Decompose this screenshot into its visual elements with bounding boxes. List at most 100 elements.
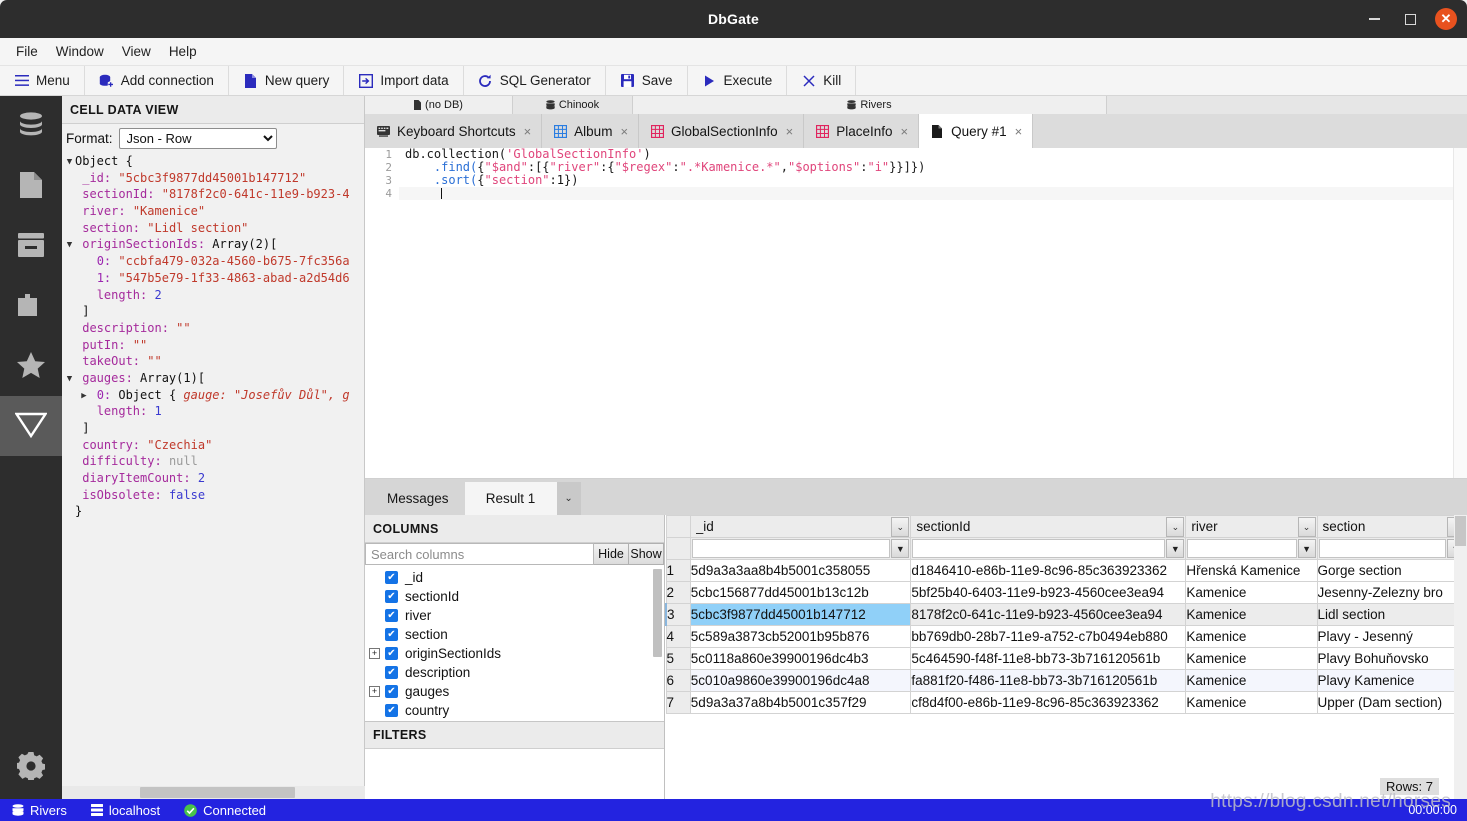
grid-cell[interactable]: bb769db0-28b7-11e9-a752-c7b0494eb880 (911, 626, 1186, 648)
tab-messages[interactable]: Messages (371, 482, 465, 515)
result-grid[interactable]: _id⌄sectionId⌄river⌄section⌄▼▼▼▼15d9a3a3… (665, 515, 1467, 817)
hide-columns-button[interactable]: Hide (594, 543, 629, 565)
grid-cell[interactable]: Gorge section (1317, 560, 1466, 582)
rail-item-files[interactable] (0, 156, 62, 216)
grid-filter-input[interactable] (1319, 539, 1446, 558)
show-columns-button[interactable]: Show (629, 543, 664, 565)
tab-globalsectioninfo[interactable]: GlobalSectionInfo × (639, 114, 804, 148)
query-editor[interactable]: 1234 db.collection('GlobalSectionInfo') … (365, 148, 1467, 479)
grid-cell[interactable]: Plavy - Jesenný (1317, 626, 1466, 648)
column-menu-chevron-down-icon[interactable]: ⌄ (891, 517, 909, 537)
expand-plus-icon[interactable]: + (369, 648, 380, 659)
row-number[interactable]: 2 (666, 582, 690, 604)
column-menu-chevron-down-icon[interactable]: ⌄ (1166, 517, 1184, 537)
column-list-item[interactable]: ✔sectionId (365, 587, 664, 606)
menu-button[interactable]: Menu (0, 66, 85, 95)
search-columns-input[interactable] (365, 543, 594, 565)
grid-column-header[interactable]: section⌄ (1317, 516, 1466, 538)
grid-column-header[interactable]: river⌄ (1186, 516, 1317, 538)
editor-code-line[interactable] (399, 187, 1467, 200)
grid-cell[interactable]: 5bf25b40-6403-11e9-b923-4560cee3ea94 (911, 582, 1186, 604)
grid-cell[interactable]: Kamenice (1186, 626, 1317, 648)
grid-cell[interactable]: 5c0118a860e39900196dc4b3 (690, 648, 911, 670)
column-visibility-checkbox[interactable]: ✔ (385, 666, 398, 679)
format-select[interactable]: Json - RowJson - TextTextHex (119, 128, 277, 149)
column-list-item[interactable]: ✔section (365, 625, 664, 644)
table-row[interactable]: 65c010a9860e39900196dc4a8fa881f20-f486-1… (666, 670, 1467, 692)
result-tabs-chevron-down-icon[interactable]: ⌄ (557, 482, 581, 515)
db-tab-chinook[interactable]: Chinook (513, 96, 633, 114)
tab-close-icon[interactable]: × (619, 124, 629, 139)
grid-cell[interactable]: 5c010a9860e39900196dc4a8 (690, 670, 911, 692)
grid-cell[interactable]: 5c589a3873cb52001b95b876 (690, 626, 911, 648)
tab-query-1[interactable]: Query #1 × (919, 114, 1033, 148)
grid-cell[interactable]: 8178f2c0-641c-11e9-b923-4560cee3ea94 (911, 604, 1186, 626)
table-row[interactable]: 45c589a3873cb52001b95b876bb769db0-28b7-1… (666, 626, 1467, 648)
import-data-button[interactable]: Import data (344, 66, 463, 95)
expand-plus-icon[interactable]: + (369, 686, 380, 697)
column-visibility-checkbox[interactable]: ✔ (385, 704, 398, 717)
grid-cell[interactable]: Lidl section (1317, 604, 1466, 626)
rail-item-databases[interactable] (0, 96, 62, 156)
status-database[interactable]: Rivers (0, 799, 79, 821)
menu-item-window[interactable]: Window (48, 41, 112, 62)
grid-cell[interactable]: Kamenice (1186, 604, 1317, 626)
grid-cell[interactable]: 5d9a3a3aa8b4b5001c358055 (690, 560, 911, 582)
grid-cell[interactable]: Plavy Bohuňovsko (1317, 648, 1466, 670)
tab-close-icon[interactable]: × (900, 124, 910, 139)
grid-filter-cell[interactable]: ▼ (911, 538, 1186, 560)
sql-generator-button[interactable]: SQL Generator (464, 66, 606, 95)
table-row[interactable]: 35cbc3f9877dd45001b1477128178f2c0-641c-1… (666, 604, 1467, 626)
grid-cell[interactable]: Kamenice (1186, 648, 1317, 670)
scrollbar-thumb[interactable] (1455, 516, 1466, 546)
tab-close-icon[interactable]: × (523, 124, 533, 139)
rail-item-favorites[interactable] (0, 336, 62, 396)
rail-item-settings[interactable] (0, 735, 62, 799)
table-row[interactable]: 25cbc156877dd45001b13c12b5bf25b40-6403-1… (666, 582, 1467, 604)
twisty-open-icon[interactable]: ▼ (64, 237, 75, 254)
column-list-item[interactable]: +✔gauges (365, 682, 664, 701)
grid-cell[interactable]: cf8d4f00-e86b-11e9-8c96-85c363923362 (911, 692, 1186, 714)
table-row[interactable]: 15d9a3a3aa8b4b5001c358055d1846410-e86b-1… (666, 560, 1467, 582)
maximize-icon[interactable] (1399, 8, 1421, 30)
json-tree-view[interactable]: ▼Object { _id: "5cbc3f9877dd45001b147712… (62, 153, 364, 777)
row-number[interactable]: 4 (666, 626, 690, 648)
new-query-button[interactable]: New query (229, 66, 345, 95)
column-list-item[interactable]: ✔river (365, 606, 664, 625)
grid-cell[interactable]: d1846410-e86b-11e9-8c96-85c363923362 (911, 560, 1186, 582)
row-number[interactable]: 7 (666, 692, 690, 714)
column-list-item[interactable]: ✔country (365, 701, 664, 720)
tab-result-1[interactable]: Result 1 (465, 482, 557, 515)
menu-item-file[interactable]: File (8, 41, 46, 62)
column-list-item[interactable]: ✔description (365, 663, 664, 682)
kill-button[interactable]: Kill (787, 66, 856, 95)
grid-cell[interactable]: Jesenny-Zelezny bro (1317, 582, 1466, 604)
row-number[interactable]: 3 (666, 604, 690, 626)
close-icon[interactable]: ✕ (1435, 8, 1457, 30)
grid-cell[interactable]: Kamenice (1186, 582, 1317, 604)
grid-cell[interactable]: fa881f20-f486-11e8-bb73-3b716120561b (911, 670, 1186, 692)
minimize-icon[interactable] (1363, 8, 1385, 30)
row-number[interactable]: 5 (666, 648, 690, 670)
tab-close-icon[interactable]: × (1014, 124, 1024, 139)
menu-item-view[interactable]: View (114, 41, 159, 62)
grid-cell[interactable]: Kamenice (1186, 692, 1317, 714)
twisty-open-icon[interactable]: ▼ (64, 154, 75, 171)
editor-code-area[interactable]: db.collection('GlobalSectionInfo') .find… (399, 148, 1467, 478)
save-button[interactable]: Save (606, 66, 688, 95)
column-list-item[interactable]: +✔originSectionIds (365, 644, 664, 663)
grid-cell[interactable]: Upper (Dam section) (1317, 692, 1466, 714)
grid-cell[interactable]: Kamenice (1186, 670, 1317, 692)
menu-item-help[interactable]: Help (161, 41, 205, 62)
columns-list[interactable]: ✔_id✔sectionId✔river✔section+✔originSect… (365, 565, 664, 721)
table-row[interactable]: 55c0118a860e39900196dc4b35c464590-f48f-1… (666, 648, 1467, 670)
column-visibility-checkbox[interactable]: ✔ (385, 609, 398, 622)
grid-filter-input[interactable] (1187, 539, 1296, 558)
tab-placeinfo[interactable]: PlaceInfo × (804, 114, 919, 148)
grid-filter-input[interactable] (912, 539, 1165, 558)
column-visibility-checkbox[interactable]: ✔ (385, 628, 398, 641)
rail-item-archive[interactable] (0, 216, 62, 276)
grid-column-header[interactable]: _id⌄ (690, 516, 911, 538)
grid-filter-input[interactable] (692, 539, 891, 558)
rail-item-plugins[interactable] (0, 276, 62, 336)
